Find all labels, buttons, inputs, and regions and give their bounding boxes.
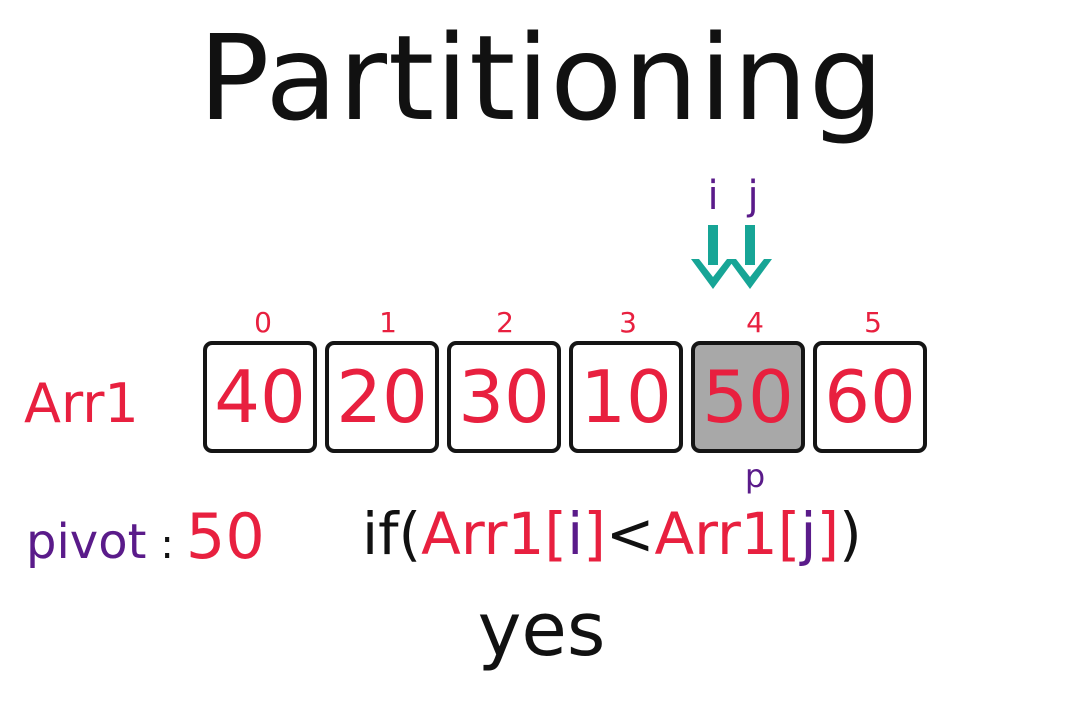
arrow-down-icon-j: [728, 225, 772, 289]
array-index-1: 1: [379, 306, 397, 339]
array-index-5: 5: [864, 306, 882, 339]
condition-right-index: j: [800, 500, 817, 568]
arrow-down-icon-i: [691, 225, 735, 289]
array-index-0: 0: [254, 306, 272, 339]
condition-expression: if( Arr1[ i ] < Arr1[ j ] ): [362, 500, 862, 572]
array-name: Arr1: [24, 372, 139, 435]
condition-operator: <: [605, 500, 655, 568]
array-cell-1: 20: [325, 341, 439, 453]
pivot-info: pivot : 50: [26, 500, 265, 573]
condition-right-close: ]: [816, 500, 840, 568]
pointer-i-label: i: [707, 173, 719, 219]
condition-left-array: Arr1[: [421, 500, 568, 568]
pivot-colon: :: [160, 522, 174, 568]
array-cell-5: 60: [813, 341, 927, 453]
array-index-4: 4: [746, 306, 764, 339]
array-index-3: 3: [619, 306, 637, 339]
condition-open: if(: [362, 500, 422, 568]
pivot-value: 50: [185, 500, 265, 573]
array-cell-2: 30: [447, 341, 561, 453]
array-cell-3: 10: [569, 341, 683, 453]
condition-left-close: ]: [583, 500, 606, 568]
pivot-marker: p: [744, 457, 766, 495]
condition-right-array: Arr1[: [654, 500, 801, 568]
pointer-arrows: [691, 225, 772, 289]
condition-close: ): [839, 500, 862, 568]
array-cell-0: 40: [203, 341, 317, 453]
pivot-label: pivot: [26, 514, 147, 570]
pointer-j-label: j: [747, 173, 759, 219]
array-index-2: 2: [496, 306, 514, 339]
condition-left-index: i: [567, 500, 584, 568]
page-title: Partitioning: [198, 9, 885, 147]
array-cell-4-pivot: 50: [691, 341, 805, 453]
condition-result: yes: [477, 587, 606, 673]
